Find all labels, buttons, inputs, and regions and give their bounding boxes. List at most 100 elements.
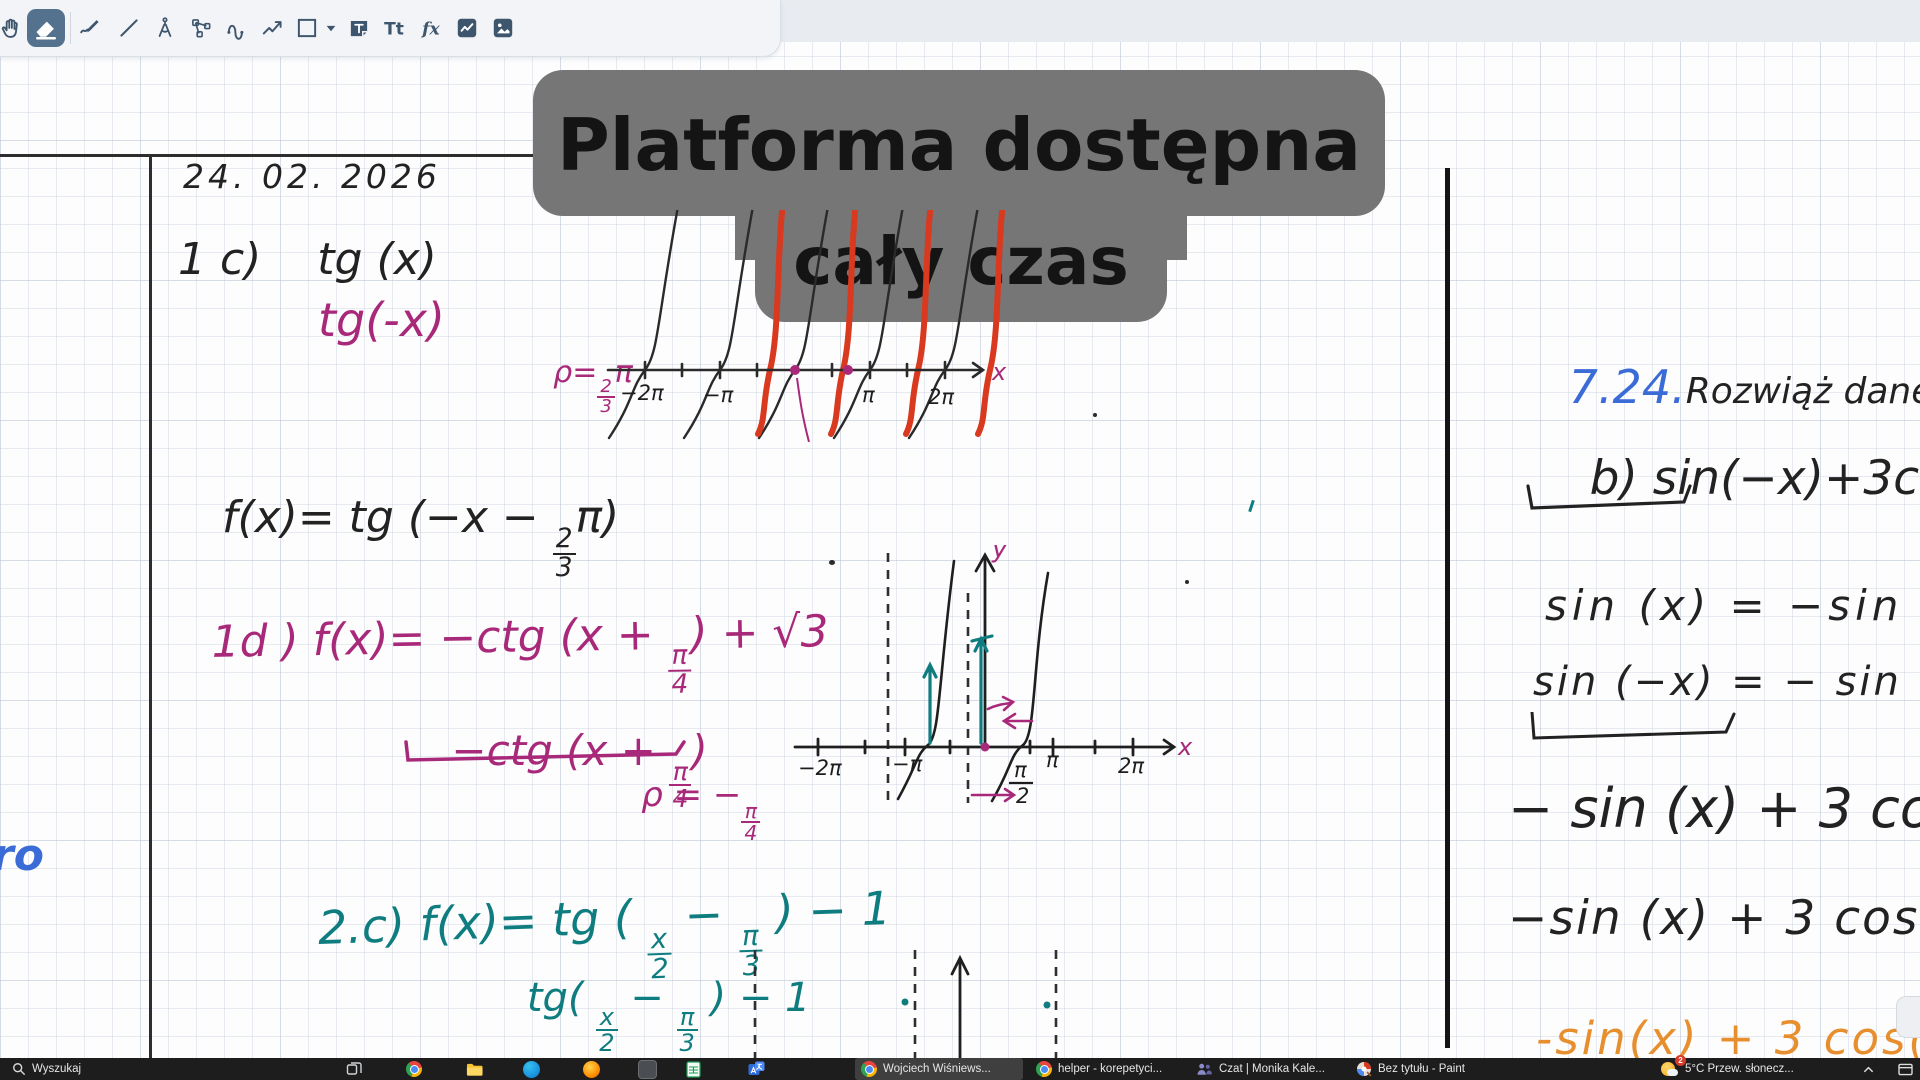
chart-tool-button[interactable] xyxy=(454,15,480,41)
work2c-d2: 3 xyxy=(677,1029,698,1055)
formula-icon: fx xyxy=(420,15,450,41)
toolbar-separator xyxy=(70,12,71,44)
rectangle-tool-button[interactable] xyxy=(294,15,320,41)
taskbar-tray-chevron[interactable] xyxy=(1856,1058,1881,1080)
note-date: 24. 02. 2026 xyxy=(183,160,441,193)
page-margin-vertical-line xyxy=(149,154,152,1058)
graph2-axes xyxy=(795,555,1174,755)
graph2-labels: −2π −π π 2π π 2 xyxy=(798,748,1144,808)
note-text-tool-button[interactable] xyxy=(346,15,372,41)
stray-dot-1 xyxy=(1093,413,1097,417)
chrome-icon xyxy=(861,1061,877,1077)
margin-scribble: ro xyxy=(0,834,44,878)
graph2-label-2pi: 2π xyxy=(1118,754,1144,778)
canvas-side-button[interactable] xyxy=(1896,996,1920,1038)
window-label: helper - korepetyci... xyxy=(1058,1063,1162,1075)
graph3-teal-dot-2 xyxy=(1044,1002,1051,1009)
whiteboard-app-window: Tt fx Platforma dostępna cały czas xyxy=(0,0,1920,1080)
graph2-half-den: 2 xyxy=(1016,784,1029,808)
work2c-n2: π xyxy=(680,1005,694,1029)
shift-dot xyxy=(843,365,853,375)
graph2-y-axis-label: y xyxy=(991,545,1008,564)
graph2-label-neg2pi: −2π xyxy=(798,756,842,780)
text-tool-button[interactable]: Tt xyxy=(382,15,414,41)
eraser-icon xyxy=(27,9,65,47)
graph2-half-num: π xyxy=(1014,758,1027,782)
eraser-tool-button-selected[interactable] xyxy=(27,9,65,47)
note-ex1c: 1 c) tg (x) xyxy=(178,238,437,282)
taskbar-search[interactable]: Wyszukaj xyxy=(6,1058,87,1080)
window-label: Czat | Monika Kale... xyxy=(1219,1063,1325,1075)
taskbar-chrome-icon-button[interactable] xyxy=(400,1058,428,1080)
graph1-label-neg2pi: −2π xyxy=(620,381,664,405)
taskbar-tray-window-icon[interactable] xyxy=(1892,1058,1919,1080)
rectangle-dropdown-button[interactable] xyxy=(324,15,338,41)
spreadsheet-icon xyxy=(686,1061,701,1078)
formula-tool-button[interactable]: fx xyxy=(420,15,450,41)
taskbar-window-paint[interactable]: Bez tytułu - Paint xyxy=(1350,1058,1510,1080)
folder-icon xyxy=(466,1062,483,1077)
image-tool-button[interactable] xyxy=(490,15,516,41)
f1-b: π) xyxy=(576,492,620,543)
taskbar-task-view-button[interactable] xyxy=(340,1058,368,1080)
taskbar-window-browser-1[interactable]: Wojciech Wiśniews... xyxy=(855,1058,1023,1080)
rho2-num: π xyxy=(745,801,757,821)
taskbar-dark-app-button[interactable] xyxy=(632,1058,663,1080)
taskbar-edge-button[interactable] xyxy=(517,1058,546,1080)
hand-tool-button[interactable] xyxy=(0,16,24,42)
hand-icon xyxy=(0,16,24,42)
graph1-x-axis-label: x xyxy=(991,358,1007,386)
rectangle-icon xyxy=(294,15,320,41)
curve-icon xyxy=(224,15,250,41)
rho2-fraction: π4 xyxy=(741,801,760,844)
taskbar-weather-widget[interactable]: 2 5°C Przew. słonecz... xyxy=(1655,1058,1800,1080)
formula-glyph: fx xyxy=(421,19,440,39)
taskbar-firefox-button[interactable] xyxy=(577,1058,606,1080)
page-divider-line xyxy=(1445,168,1450,1048)
ex1d-a: 1d ) f(x)= −ctg (x + xyxy=(211,609,668,668)
curve-tool-button[interactable] xyxy=(224,15,250,41)
work2c-frac2: π3 xyxy=(677,1005,698,1055)
right-line5-orange: -sin(x) + 3 cos( xyxy=(1536,1016,1920,1058)
taskbar-window-teams-chat[interactable]: Czat | Monika Kale... xyxy=(1190,1058,1358,1080)
nodes-tool-button[interactable] xyxy=(188,15,214,41)
rho2-den: 4 xyxy=(741,821,760,843)
tray-window-icon xyxy=(1898,1063,1913,1076)
firefox-icon xyxy=(583,1061,600,1078)
text-tool-glyph: Tt xyxy=(384,19,404,39)
edge-icon xyxy=(523,1061,540,1078)
rho2-pre: ρ = − xyxy=(641,775,741,815)
taskbar-window-browser-2[interactable]: helper - korepetyci... xyxy=(1030,1058,1198,1080)
note-text-icon xyxy=(346,15,372,41)
line-tool-button[interactable] xyxy=(116,15,142,41)
tg-reflected-branches xyxy=(758,210,1004,434)
task-view-icon xyxy=(346,1061,362,1077)
pen-tool-button[interactable] xyxy=(78,15,104,41)
trend-arrow-tool-button[interactable] xyxy=(260,15,286,41)
text-tool-icon: Tt xyxy=(382,15,414,41)
exercise-number: 7.24. xyxy=(1569,360,1686,414)
taskbar-spreadsheet-button[interactable] xyxy=(680,1058,707,1080)
search-label: Wyszukaj xyxy=(32,1063,81,1075)
graph2-label-pi: π xyxy=(1046,748,1059,772)
right-line3: − sin (x) + 3 cos( xyxy=(1508,782,1920,836)
window-label: Wojciech Wiśniews... xyxy=(883,1063,991,1075)
chevron-up-icon xyxy=(1862,1063,1875,1076)
chevron-down-icon xyxy=(324,15,338,41)
compass-tool-button[interactable] xyxy=(152,15,178,41)
f1-num: 2 xyxy=(556,526,573,552)
banner-line1: Platforma dostępna xyxy=(533,70,1385,216)
taskbar-translate-button[interactable] xyxy=(742,1058,771,1080)
graph-tangent-1: −2π −π π 2π x xyxy=(590,210,1010,442)
taskbar-folder-button[interactable] xyxy=(460,1058,489,1080)
note-ex1c-reflected: tg(-x) xyxy=(318,297,445,343)
origin-dot xyxy=(790,365,800,375)
ex1d-num: π xyxy=(671,643,687,670)
chart-icon xyxy=(454,15,480,41)
f1-a: f(x)= tg (−x − xyxy=(222,492,553,543)
graph3-y-axis xyxy=(952,958,968,1058)
line2-underbracket xyxy=(1526,712,1746,748)
pen-scribble-icon xyxy=(78,15,104,41)
weather-label: 5°C Przew. słonecz... xyxy=(1685,1063,1794,1075)
image-icon xyxy=(490,15,516,41)
